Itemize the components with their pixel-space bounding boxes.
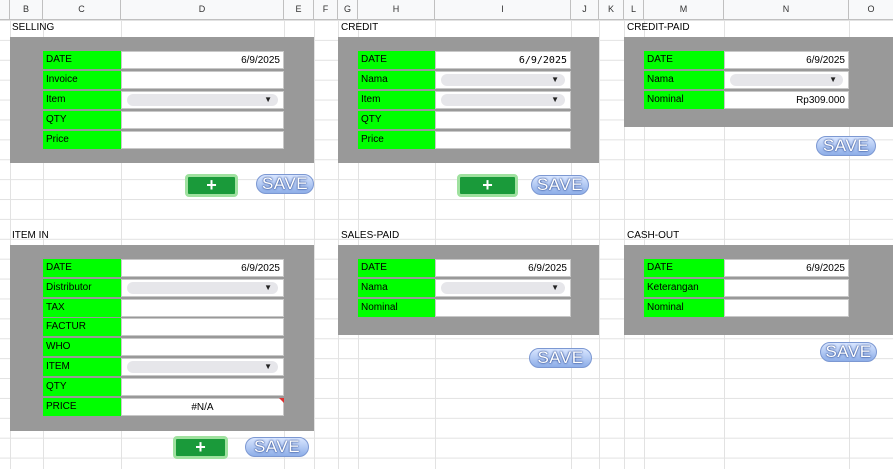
credit-price-input[interactable] xyxy=(435,131,571,149)
selling-date-value[interactable]: 6/9/2025 xyxy=(121,51,284,69)
sales-paid-nominal-input[interactable] xyxy=(435,299,571,317)
credit-paid-date-label: DATE xyxy=(644,51,724,69)
cash-out-keterangan-input[interactable] xyxy=(724,279,849,297)
column-n[interactable]: N xyxy=(724,0,849,19)
item-in-factur-input[interactable] xyxy=(121,318,284,336)
item-in-tax-input[interactable] xyxy=(121,299,284,317)
item-in-tax-label: TAX xyxy=(43,299,121,317)
credit-item-dropdown[interactable]: ▼ xyxy=(441,94,565,106)
selling-save-button[interactable]: SAVE xyxy=(256,174,314,194)
item-in-distributor-label: Distributor xyxy=(43,279,121,297)
selling-qty-label: QTY xyxy=(43,111,121,129)
credit-add-button[interactable]: + xyxy=(457,174,518,197)
selling-price-input[interactable] xyxy=(121,131,284,149)
item-in-date-value[interactable]: 6/9/2025 xyxy=(121,259,284,277)
credit-date-label: DATE xyxy=(358,51,435,69)
sales-paid-date-label: DATE xyxy=(358,259,435,277)
item-in-price-value[interactable]: #N/A xyxy=(121,398,284,416)
column-d[interactable]: D xyxy=(121,0,284,19)
chevron-down-icon: ▼ xyxy=(264,283,272,292)
cash-out-title: CASH-OUT xyxy=(627,230,680,241)
credit-paid-nominal-value[interactable]: Rp309.000 xyxy=(724,91,849,109)
selling-invoice-label: Invoice xyxy=(43,71,121,89)
credit-qty-input[interactable] xyxy=(435,111,571,129)
column-m[interactable]: M xyxy=(644,0,724,19)
selling-price-label: Price xyxy=(43,131,121,149)
item-in-factur-label: FACTUR xyxy=(43,318,121,336)
gridline xyxy=(314,20,315,469)
credit-qty-label: QTY xyxy=(358,111,435,129)
credit-paid-nama-dropdown[interactable]: ▼ xyxy=(730,74,843,86)
column-c[interactable]: C xyxy=(43,0,121,19)
credit-paid-nominal-label: Nominal xyxy=(644,91,724,109)
column-h[interactable]: H xyxy=(358,0,435,19)
selling-invoice-input[interactable] xyxy=(121,71,284,89)
chevron-down-icon: ▼ xyxy=(264,362,272,371)
column-header-corner[interactable] xyxy=(0,0,10,19)
item-in-qty-input[interactable] xyxy=(121,378,284,396)
sales-paid-nominal-label: Nominal xyxy=(358,299,435,317)
cash-out-date-value[interactable]: 6/9/2025 xyxy=(724,259,849,277)
column-b[interactable]: B xyxy=(10,0,43,19)
column-g[interactable]: G xyxy=(338,0,358,19)
item-in-qty-label: QTY xyxy=(43,378,121,396)
item-in-who-label: WHO xyxy=(43,338,121,356)
column-e[interactable]: E xyxy=(284,0,314,19)
selling-qty-input[interactable] xyxy=(121,111,284,129)
chevron-down-icon: ▼ xyxy=(829,75,837,84)
column-j[interactable]: J xyxy=(571,0,599,19)
column-k[interactable]: K xyxy=(599,0,624,19)
item-in-item-dropdown[interactable]: ▼ xyxy=(127,361,278,373)
item-in-title: ITEM IN xyxy=(12,230,49,241)
item-in-who-input[interactable] xyxy=(121,338,284,356)
column-i[interactable]: I xyxy=(435,0,571,19)
item-in-price-label: PRICE xyxy=(43,398,121,416)
sales-paid-nama-dropdown[interactable]: ▼ xyxy=(441,282,565,294)
column-header: B C D E F G H I J K L M N O xyxy=(0,0,893,20)
credit-item-label: Item xyxy=(358,91,435,109)
chevron-down-icon: ▼ xyxy=(551,75,559,84)
cash-out-save-button[interactable]: SAVE xyxy=(820,342,877,362)
selling-date-label: DATE xyxy=(43,51,121,69)
item-in-item-label: ITEM xyxy=(43,358,121,376)
item-in-distributor-dropdown[interactable]: ▼ xyxy=(127,282,278,294)
selling-item-label: Item xyxy=(43,91,121,109)
credit-paid-save-button[interactable]: SAVE xyxy=(816,136,876,156)
cash-out-nominal-label: Nominal xyxy=(644,299,724,317)
chevron-down-icon: ▼ xyxy=(551,283,559,292)
selling-title: SELLING xyxy=(12,22,55,33)
error-indicator-icon[interactable] xyxy=(279,398,284,403)
column-l[interactable]: L xyxy=(624,0,644,19)
sales-paid-date-value[interactable]: 6/9/2025 xyxy=(435,259,571,277)
selling-add-button[interactable]: + xyxy=(185,174,238,197)
sales-paid-title: SALES-PAID xyxy=(341,230,400,241)
cash-out-date-label: DATE xyxy=(644,259,724,277)
credit-paid-date-value[interactable]: 6/9/2025 xyxy=(724,51,849,69)
credit-nama-dropdown[interactable]: ▼ xyxy=(441,74,565,86)
credit-price-label: Price xyxy=(358,131,435,149)
column-o[interactable]: O xyxy=(849,0,893,19)
column-f[interactable]: F xyxy=(314,0,338,19)
sales-paid-nama-label: Nama xyxy=(358,279,435,297)
credit-title: CREDIT xyxy=(341,22,379,33)
sales-paid-save-button[interactable]: SAVE xyxy=(529,348,592,368)
chevron-down-icon: ▼ xyxy=(551,95,559,104)
item-in-add-button[interactable]: + xyxy=(173,436,228,459)
cash-out-keterangan-label: Keterangan xyxy=(644,279,724,297)
cash-out-nominal-input[interactable] xyxy=(724,299,849,317)
selling-item-dropdown[interactable]: ▼ xyxy=(127,94,278,106)
credit-paid-nama-label: Nama xyxy=(644,71,724,89)
credit-paid-title: CREDIT-PAID xyxy=(627,22,690,33)
item-in-date-label: DATE xyxy=(43,259,121,277)
chevron-down-icon: ▼ xyxy=(264,95,272,104)
credit-save-button[interactable]: SAVE xyxy=(531,175,589,195)
gridline xyxy=(599,20,600,469)
item-in-save-button[interactable]: SAVE xyxy=(245,437,309,457)
credit-nama-label: Nama xyxy=(358,71,435,89)
credit-date-value[interactable]: 6/9/2025 xyxy=(435,51,571,69)
